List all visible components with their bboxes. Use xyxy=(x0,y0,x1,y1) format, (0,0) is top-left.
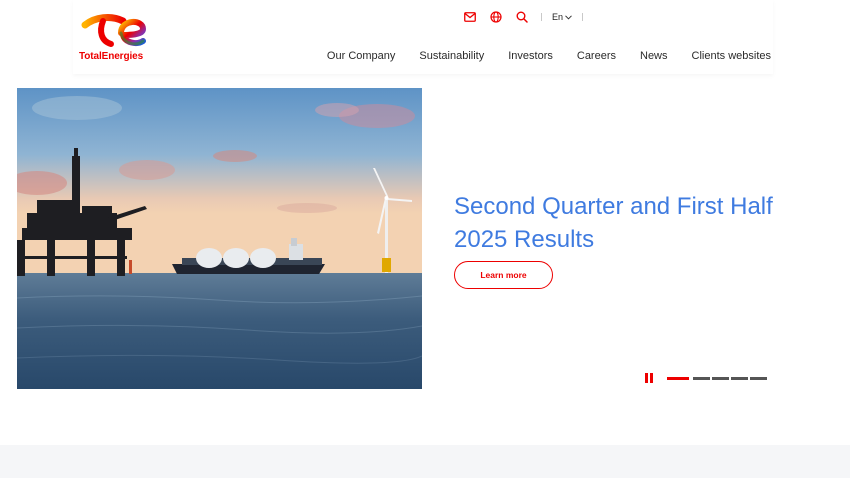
carousel-dot-4[interactable] xyxy=(731,376,748,380)
nav-item-sustainability[interactable]: Sustainability xyxy=(419,50,484,62)
carousel-dot-1[interactable] xyxy=(667,376,689,380)
hero-image xyxy=(17,88,422,389)
brand-logo[interactable]: TotalEnergies xyxy=(79,13,151,63)
nav-item-our-company[interactable]: Our Company xyxy=(327,50,395,62)
nav-item-clients-websites[interactable]: Clients websites xyxy=(692,50,771,62)
language-label: En xyxy=(552,12,564,22)
utility-divider xyxy=(582,13,584,21)
hero-title: Second Quarter and First Half 2025 Resul… xyxy=(454,193,773,253)
search-icon[interactable] xyxy=(515,10,529,24)
brand-name: TotalEnergies xyxy=(79,51,144,62)
utility-divider xyxy=(541,13,542,21)
next-section-band xyxy=(0,445,850,478)
mail-icon[interactable] xyxy=(463,10,477,24)
logo-mark-icon xyxy=(81,14,147,47)
nav-item-investors[interactable]: Investors xyxy=(508,50,553,62)
pause-icon[interactable] xyxy=(645,373,653,383)
nav-item-careers[interactable]: Careers xyxy=(577,50,616,62)
main-nav: Our Company Sustainability Investors Car… xyxy=(303,50,771,62)
learn-more-button[interactable]: Learn more xyxy=(454,261,553,289)
language-selector[interactable]: En xyxy=(552,12,572,22)
page: TotalEnergies En Our Company Sustainabil… xyxy=(0,0,850,478)
carousel-dot-2[interactable] xyxy=(693,376,710,380)
carousel-dot-5[interactable] xyxy=(750,376,767,380)
carousel-controls xyxy=(645,372,769,384)
carousel-dot-3[interactable] xyxy=(712,376,729,380)
globe-icon[interactable] xyxy=(489,10,503,24)
site-header: TotalEnergies En Our Company Sustainabil… xyxy=(73,0,773,74)
nav-item-news[interactable]: News xyxy=(640,50,668,62)
chevron-down-icon xyxy=(565,14,572,20)
utility-bar: En xyxy=(463,10,593,24)
